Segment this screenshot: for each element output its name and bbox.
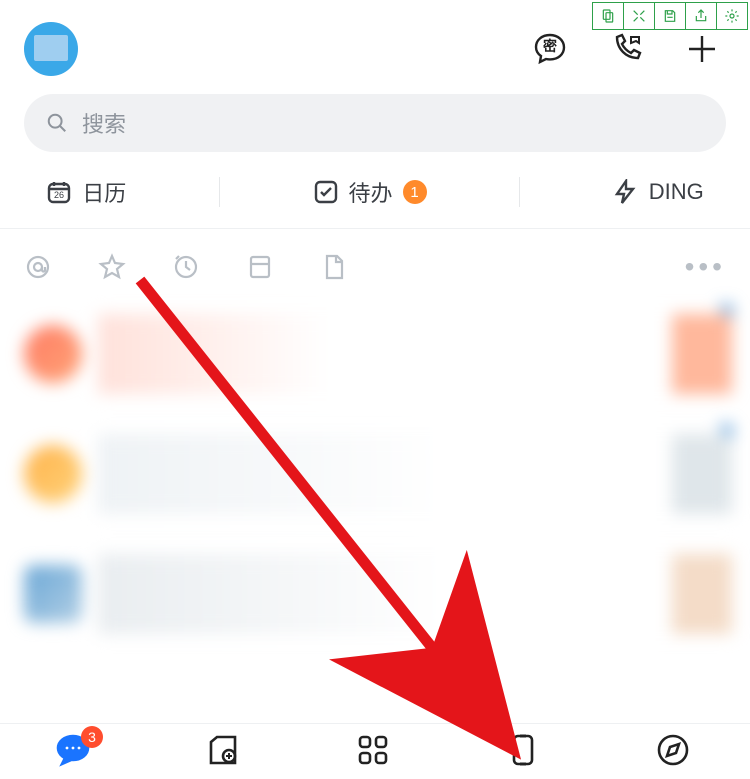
nav-messages[interactable]: 3 xyxy=(55,732,95,772)
ding-label: DING xyxy=(649,179,704,205)
archive-filter-icon[interactable] xyxy=(246,253,274,281)
todo-label: 待办 xyxy=(349,176,393,208)
tool-expand-icon[interactable] xyxy=(623,2,655,30)
search-input[interactable]: 搜索 xyxy=(24,94,726,152)
svg-text:密: 密 xyxy=(542,38,557,54)
search-icon xyxy=(46,112,68,134)
separator xyxy=(219,177,220,207)
more-filters-icon[interactable]: ••• xyxy=(685,251,726,283)
list-item[interactable] xyxy=(18,305,732,403)
calendar-label: 日历 xyxy=(82,176,126,208)
list-tail xyxy=(672,554,732,634)
list-avatar xyxy=(24,325,82,383)
search-placeholder: 搜索 xyxy=(82,107,126,139)
nav-docs[interactable] xyxy=(205,732,245,772)
at-filter-icon[interactable] xyxy=(24,253,52,281)
calendar-button[interactable]: 26 日历 xyxy=(46,176,126,208)
calendar-icon: 26 xyxy=(46,179,72,205)
todo-button[interactable]: 待办 1 xyxy=(313,176,427,208)
ding-icon xyxy=(613,179,639,205)
bottom-nav: 3 xyxy=(0,723,750,779)
todo-icon xyxy=(313,179,339,205)
list-avatar xyxy=(24,445,82,503)
avatar[interactable] xyxy=(24,22,78,76)
svg-text:26: 26 xyxy=(54,190,64,200)
nav-messages-badge: 3 xyxy=(81,726,103,748)
list-tail xyxy=(672,314,732,394)
nav-contacts[interactable] xyxy=(505,732,545,772)
list-tail xyxy=(672,434,732,514)
secret-chat-icon[interactable]: 密 xyxy=(526,25,574,73)
list-item[interactable] xyxy=(18,545,732,643)
file-filter-icon[interactable] xyxy=(320,253,348,281)
list-avatar xyxy=(24,565,82,623)
list-item[interactable] xyxy=(18,425,732,523)
add-icon[interactable] xyxy=(678,25,726,73)
search-bar-container: 搜索 xyxy=(0,94,750,166)
list-body xyxy=(98,434,672,514)
tool-copy-icon[interactable] xyxy=(592,2,624,30)
nav-discover[interactable] xyxy=(655,732,695,772)
tool-save-icon[interactable] xyxy=(654,2,686,30)
list-body xyxy=(98,554,672,634)
todo-badge: 1 xyxy=(403,180,427,204)
tool-share-icon[interactable] xyxy=(685,2,717,30)
video-call-icon[interactable] xyxy=(602,25,650,73)
list-body xyxy=(98,314,672,394)
star-filter-icon[interactable] xyxy=(98,253,126,281)
conversation-list xyxy=(0,305,750,643)
tool-settings-icon[interactable] xyxy=(716,2,748,30)
recent-filter-icon[interactable] xyxy=(172,253,200,281)
nav-workbench[interactable] xyxy=(355,732,395,772)
screenshot-tool-toolbar xyxy=(593,2,748,30)
separator xyxy=(519,177,520,207)
filter-row: ••• xyxy=(0,229,750,305)
ding-button[interactable]: DING xyxy=(613,179,704,205)
quick-actions-row: 26 日历 待办 1 DING xyxy=(0,166,750,229)
